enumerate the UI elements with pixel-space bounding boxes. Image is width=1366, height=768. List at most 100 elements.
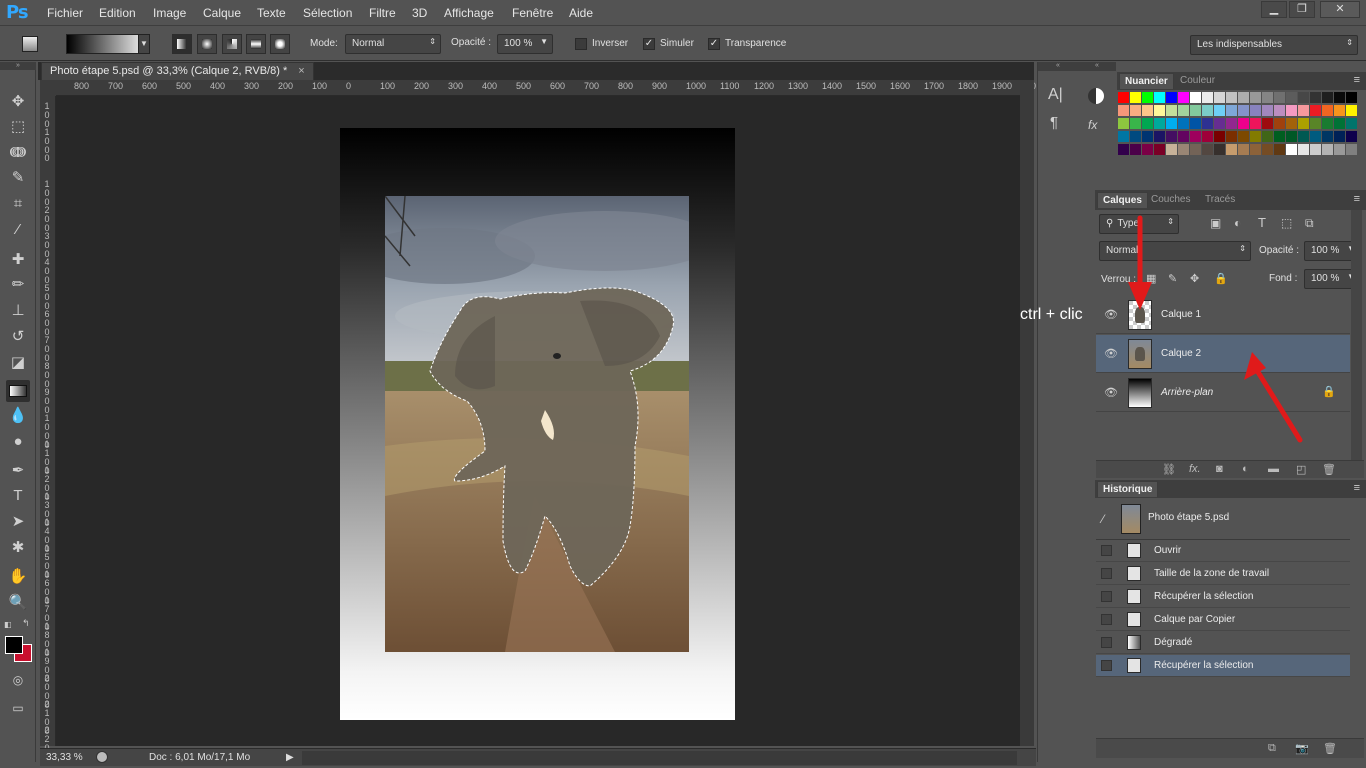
swatch[interactable] (1298, 92, 1309, 103)
swatch[interactable] (1166, 105, 1177, 116)
menu-aide[interactable]: Aide (569, 6, 593, 20)
quick-selection-tool-icon[interactable]: ✎ (6, 167, 30, 189)
swatch[interactable] (1298, 105, 1309, 116)
trash-icon[interactable]: 🗑 (1322, 463, 1336, 476)
swatch[interactable] (1190, 105, 1201, 116)
swatch[interactable] (1310, 92, 1321, 103)
swatch[interactable] (1226, 131, 1237, 142)
swatch[interactable] (1262, 105, 1273, 116)
swatch[interactable] (1178, 118, 1189, 129)
swatch[interactable] (1238, 105, 1249, 116)
camera-icon[interactable]: 📷 (1295, 742, 1309, 755)
quick-mask-icon[interactable]: ◎ (6, 669, 30, 691)
history-brush-checkbox[interactable] (1101, 660, 1112, 671)
mode-select[interactable]: Normal ⇕ (345, 34, 441, 54)
type-tool-icon[interactable]: T (6, 485, 30, 507)
menu-calque[interactable]: Calque (203, 6, 241, 20)
swatch[interactable] (1262, 118, 1273, 129)
swatch[interactable] (1142, 118, 1153, 129)
swatch[interactable] (1226, 105, 1237, 116)
swatch[interactable] (1286, 105, 1297, 116)
history-brush-checkbox[interactable] (1101, 637, 1112, 648)
swatch[interactable] (1262, 131, 1273, 142)
swatch[interactable] (1118, 144, 1129, 155)
swatch[interactable] (1142, 92, 1153, 103)
swatch[interactable] (1190, 118, 1201, 129)
swatch[interactable] (1178, 131, 1189, 142)
panel-menu-icon[interactable]: ≡ (1354, 74, 1360, 86)
swatch[interactable] (1202, 144, 1213, 155)
swatch[interactable] (1250, 105, 1261, 116)
swatch[interactable] (1214, 92, 1225, 103)
gradient-tool-icon[interactable] (6, 380, 30, 402)
swatch[interactable] (1166, 92, 1177, 103)
swatch[interactable] (1310, 144, 1321, 155)
menu-filtre[interactable]: Filtre (369, 6, 396, 20)
panel-menu-icon[interactable]: ≡ (1354, 193, 1360, 205)
swatch[interactable] (1118, 92, 1129, 103)
elephant-photo-layer[interactable] (385, 196, 689, 652)
swatch[interactable] (1130, 105, 1141, 116)
tab-couleur[interactable]: Couleur (1175, 73, 1220, 88)
link-icon[interactable]: ⛓ (1162, 463, 1176, 476)
menu-fichier[interactable]: Fichier (47, 6, 83, 20)
swatch[interactable] (1334, 105, 1345, 116)
collapse-icon[interactable]: « (1038, 62, 1078, 71)
swatch[interactable] (1238, 92, 1249, 103)
marquee-tool-icon[interactable]: ⬚ (6, 116, 30, 138)
swatch[interactable] (1286, 144, 1297, 155)
history-item[interactable]: Récupérer la sélection (1096, 586, 1350, 608)
lasso-tool-icon[interactable]: ↈ (6, 142, 30, 164)
swatch[interactable] (1274, 131, 1285, 142)
swatch[interactable] (1310, 131, 1321, 142)
swatch[interactable] (1286, 118, 1297, 129)
simuler-checkbox[interactable]: ✓ (643, 38, 655, 50)
swatch[interactable] (1130, 144, 1141, 155)
folder-icon[interactable]: ▬ (1268, 463, 1279, 475)
vertical-ruler[interactable]: 1001000100200300400500600700800900100011… (40, 96, 56, 762)
tab-traces[interactable]: Tracés (1200, 192, 1240, 207)
move-tool-icon[interactable]: ✥ (6, 91, 30, 113)
swatch[interactable] (1274, 105, 1285, 116)
swatch[interactable] (1346, 144, 1357, 155)
swatch[interactable] (1250, 118, 1261, 129)
history-item[interactable]: Calque par Copier (1096, 609, 1350, 631)
menu-fenetre[interactable]: Fenêtre (512, 6, 553, 20)
swatch[interactable] (1238, 131, 1249, 142)
restore-button[interactable]: ❐ (1289, 1, 1315, 18)
dodge-tool-icon[interactable]: ● (6, 431, 30, 453)
menu-affichage[interactable]: Affichage (444, 6, 494, 20)
swatch[interactable] (1238, 144, 1249, 155)
history-brush-checkbox[interactable] (1101, 545, 1112, 556)
swatch[interactable] (1130, 92, 1141, 103)
swatch[interactable] (1334, 92, 1345, 103)
character-panel-icon[interactable]: A| (1048, 86, 1063, 104)
radial-gradient-button[interactable] (197, 34, 217, 54)
history-brush-checkbox[interactable] (1101, 614, 1112, 625)
horizontal-scrollbar[interactable] (302, 751, 1017, 765)
swatch[interactable] (1154, 144, 1165, 155)
tab-calques[interactable]: Calques (1097, 192, 1148, 208)
collapse-icon[interactable]: » (0, 62, 36, 70)
new-layer-icon[interactable]: ◰ (1296, 463, 1306, 476)
swatch[interactable] (1154, 105, 1165, 116)
status-menu-icon[interactable] (96, 751, 108, 763)
swatch[interactable] (1190, 131, 1201, 142)
reflected-gradient-button[interactable] (246, 34, 266, 54)
opacity-input[interactable]: 100 % ▼ (497, 34, 553, 54)
menu-3d[interactable]: 3D (412, 6, 427, 20)
swatch[interactable] (1274, 144, 1285, 155)
adjustments-panel-icon[interactable] (1088, 88, 1104, 104)
swatch[interactable] (1154, 131, 1165, 142)
clone-stamp-tool-icon[interactable]: ⊥ (6, 300, 30, 322)
fx-icon[interactable]: fx. (1189, 463, 1201, 475)
swatch[interactable] (1334, 131, 1345, 142)
brush-tool-icon[interactable]: ✏ (6, 274, 30, 296)
collapse-icon[interactable]: « (1078, 62, 1116, 71)
swatch[interactable] (1154, 118, 1165, 129)
swatch[interactable] (1346, 131, 1357, 142)
angle-gradient-button[interactable] (222, 34, 242, 54)
swatch[interactable] (1262, 92, 1273, 103)
swatch[interactable] (1154, 92, 1165, 103)
custom-shape-tool-icon[interactable]: ✱ (6, 537, 30, 559)
